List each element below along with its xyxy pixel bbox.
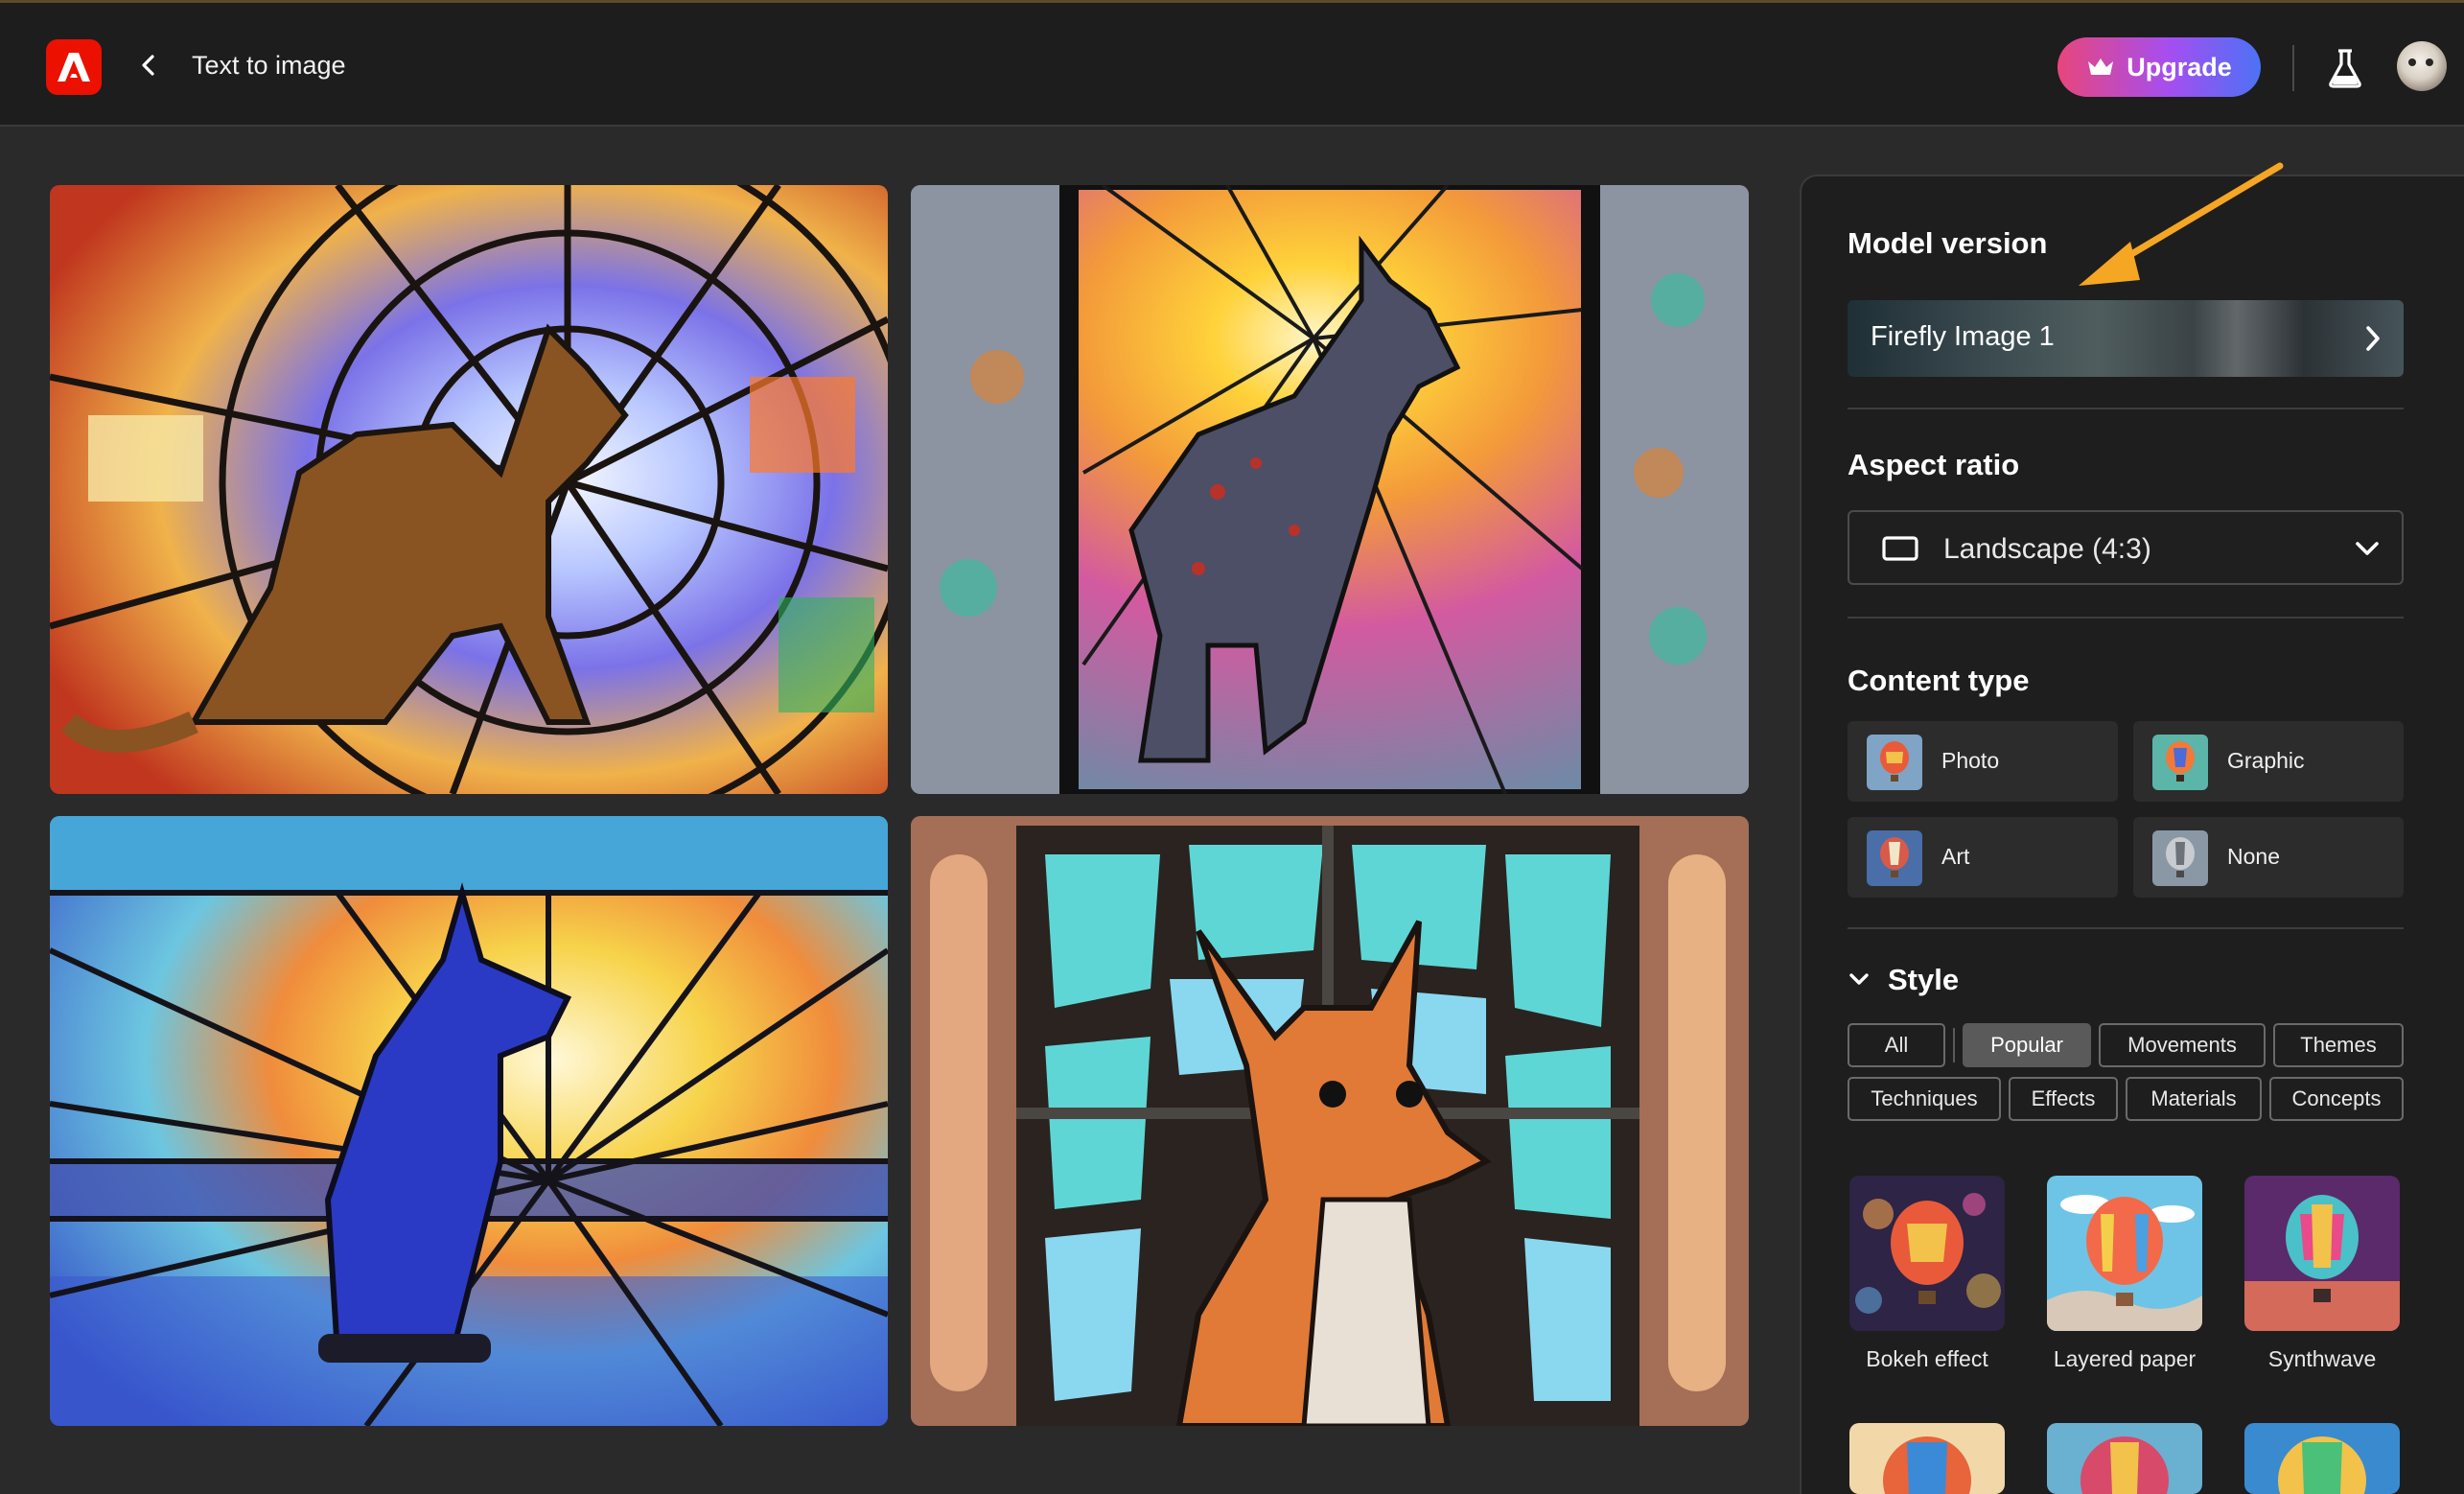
content-type-title: Content type [1848, 664, 2030, 697]
upgrade-label: Upgrade [2127, 52, 2232, 82]
style-filter-themes[interactable]: Themes [2273, 1023, 2404, 1067]
generated-image-2[interactable] [911, 185, 1749, 794]
style-bokeh-effect[interactable] [1849, 1176, 2005, 1331]
synthwave-balloon-thumbnail [2244, 1176, 2400, 1331]
aspect-ratio-title: Aspect ratio [1848, 448, 2020, 481]
photo-balloon-thumbnail [1867, 735, 1922, 790]
content-type-label: Photo [1941, 748, 2000, 773]
user-avatar[interactable] [2397, 41, 2447, 91]
style-filter-movements[interactable]: Movements [2099, 1023, 2266, 1067]
style-synthwave[interactable] [2244, 1176, 2400, 1331]
model-version-selector[interactable]: Firefly Image 1 [1848, 300, 2404, 377]
kangaroo-stained-glass-image [50, 185, 888, 794]
content-type-label: Graphic [2227, 748, 2305, 773]
style-layered-paper[interactable] [2047, 1176, 2202, 1331]
style-filter-techniques[interactable]: Techniques [1848, 1077, 2001, 1121]
style-filter-popular[interactable]: Popular [1963, 1023, 2091, 1067]
top-bar: Text to image Upgrade [0, 0, 2464, 127]
style-filter-all[interactable]: All [1848, 1023, 1945, 1067]
flask-icon [2329, 49, 2361, 88]
kangaroo-stained-glass-image [50, 816, 888, 1426]
generated-image-1[interactable] [50, 185, 888, 794]
layered-paper-balloon-thumbnail [2047, 1176, 2202, 1331]
aspect-ratio-dropdown[interactable]: Landscape (4:3) [1848, 510, 2404, 585]
style-section-toggle[interactable]: Style [1848, 963, 1959, 997]
balloon-thumbnail [2244, 1423, 2400, 1494]
labs-button[interactable] [2322, 45, 2368, 91]
generated-image-3[interactable] [50, 816, 888, 1426]
chevron-down-icon [1849, 973, 1869, 985]
adobe-logo-icon[interactable] [46, 39, 102, 95]
style-tile-partial[interactable] [2047, 1423, 2202, 1494]
chevron-down-icon [2356, 542, 2379, 555]
model-version-value: Firefly Image 1 [1871, 321, 2055, 352]
header-divider [2292, 45, 2294, 91]
upgrade-button[interactable]: Upgrade [2057, 37, 2261, 97]
style-label: Bokeh effect [1866, 1346, 1988, 1371]
kangaroo-stained-glass-image [911, 185, 1749, 794]
style-label: Layered paper [2053, 1346, 2197, 1371]
style-filter-effects[interactable]: Effects [2009, 1077, 2118, 1121]
style-tile-partial[interactable] [2244, 1423, 2400, 1494]
balloon-thumbnail [2047, 1423, 2202, 1494]
none-balloon-thumbnail [2152, 830, 2208, 886]
kangaroo-stained-glass-image [911, 816, 1749, 1426]
crown-icon [2088, 58, 2114, 75]
bokeh-balloon-thumbnail [1849, 1176, 2005, 1331]
model-version-title: Model version [1848, 226, 2048, 260]
graphic-balloon-thumbnail [2152, 735, 2208, 790]
chevron-right-icon [2366, 326, 2380, 351]
style-tile-partial[interactable] [1849, 1423, 2005, 1494]
aspect-ratio-value: Landscape (4:3) [1943, 533, 2151, 565]
content-type-label: Art [1941, 844, 1970, 869]
content-type-none-button[interactable]: None [2133, 817, 2404, 898]
style-filter-materials[interactable]: Materials [2126, 1077, 2262, 1121]
page-title: Text to image [192, 51, 346, 80]
content-type-label: None [2227, 844, 2280, 869]
style-filter-concepts[interactable]: Concepts [2269, 1077, 2404, 1121]
balloon-thumbnail [1849, 1423, 2005, 1494]
content-type-photo-button[interactable]: Photo [1848, 721, 2118, 802]
section-divider [1848, 617, 2404, 619]
content-type-graphic-button[interactable]: Graphic [2133, 721, 2404, 802]
filter-separator [1953, 1028, 1955, 1062]
landscape-frame-icon [1882, 536, 1918, 561]
chevron-left-icon [142, 55, 154, 76]
style-label: Synthwave [2267, 1346, 2377, 1371]
content-type-art-button[interactable]: Art [1848, 817, 2118, 898]
generated-image-4[interactable] [911, 816, 1749, 1426]
art-balloon-thumbnail [1867, 830, 1922, 886]
section-divider [1848, 408, 2404, 409]
style-title: Style [1888, 963, 1960, 996]
back-button[interactable] [130, 47, 167, 83]
section-divider [1848, 927, 2404, 929]
